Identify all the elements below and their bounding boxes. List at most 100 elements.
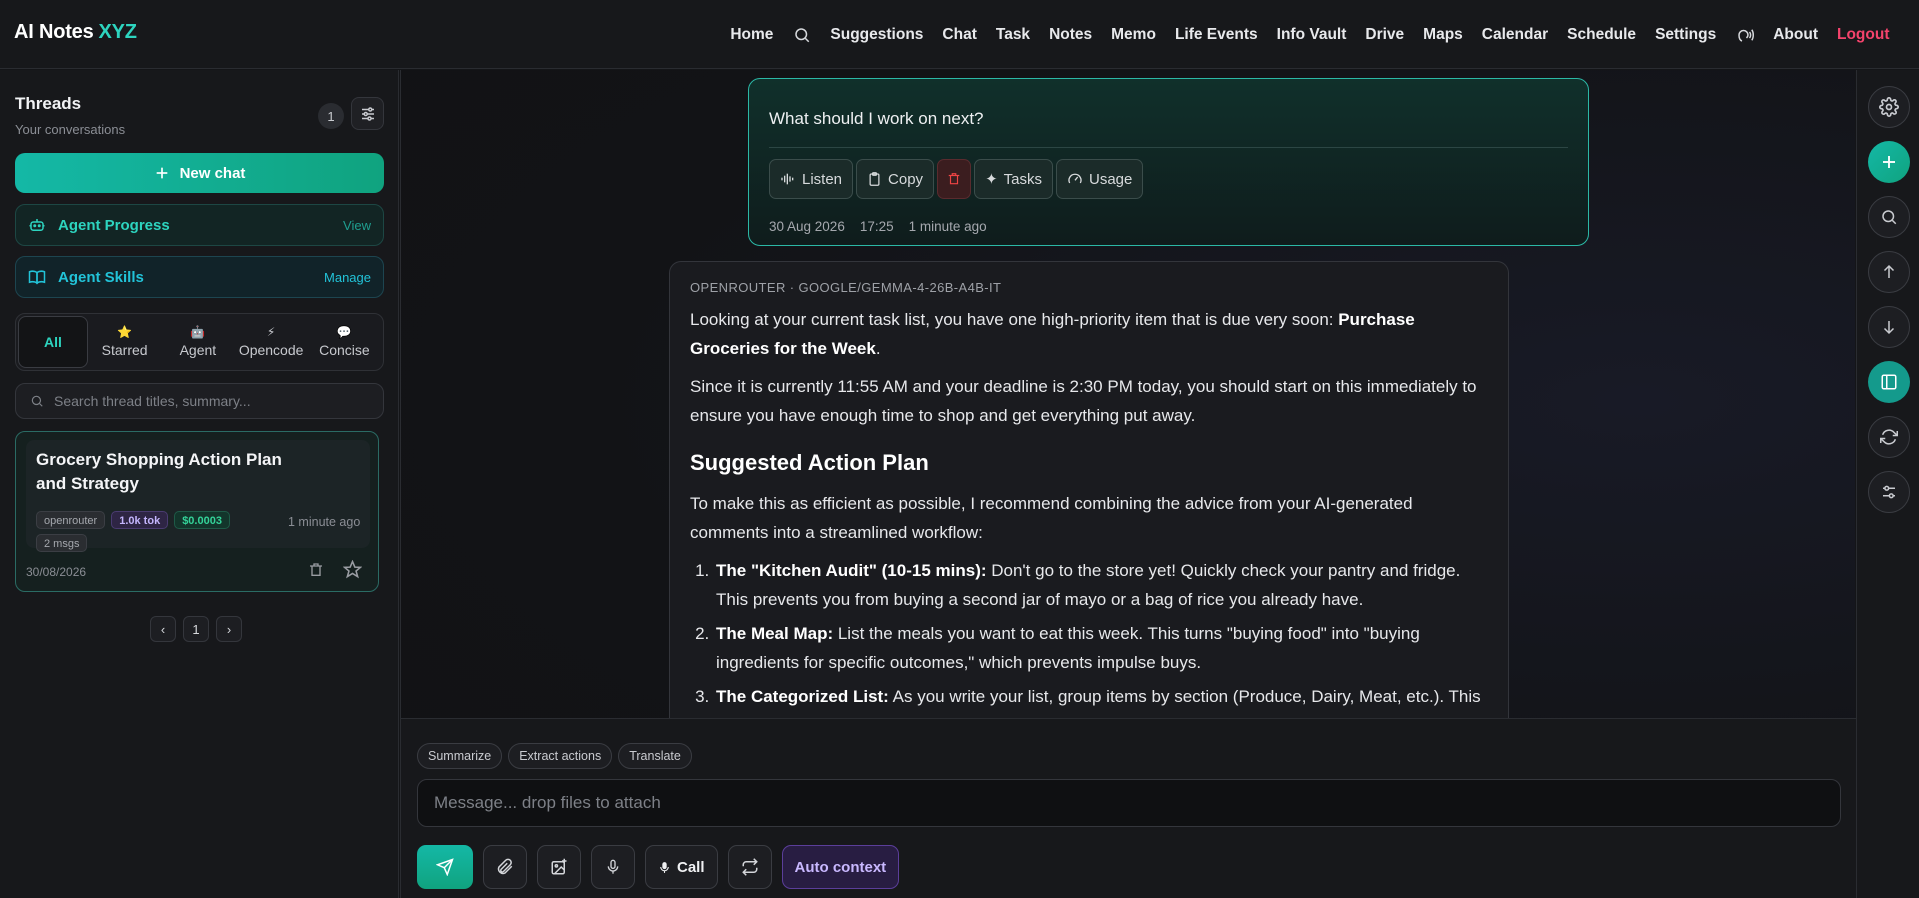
brand-name: AI Notes: [14, 21, 94, 43]
action-steps-list: The "Kitchen Audit" (10-15 mins): Don't …: [690, 557, 1490, 712]
scroll-bottom-button[interactable]: [1868, 306, 1910, 348]
thread-search-input[interactable]: Search thread titles, summary...: [15, 383, 384, 419]
toggle-sidebar-button[interactable]: [1868, 361, 1910, 403]
nav-about[interactable]: About: [1764, 26, 1828, 44]
threads-subtitle: Your conversations: [15, 122, 126, 137]
agent-progress-view-link[interactable]: View: [343, 218, 371, 233]
nav-calendar[interactable]: Calendar: [1472, 26, 1557, 44]
section-heading: Suggested Action Plan: [690, 450, 929, 475]
refresh-button[interactable]: [1868, 416, 1910, 458]
tab-concise[interactable]: 💬 Concise: [308, 316, 381, 368]
scroll-top-button[interactable]: [1868, 251, 1910, 293]
nav-maps[interactable]: Maps: [1414, 26, 1473, 44]
page-number-button[interactable]: 1: [183, 616, 209, 642]
tab-starred-label: Starred: [101, 342, 148, 358]
usage-button[interactable]: Usage: [1055, 159, 1144, 199]
user-message-text: What should I work on next?: [769, 109, 984, 128]
waveform-icon: [780, 171, 796, 187]
tab-agent[interactable]: 🤖 Agent: [161, 316, 234, 368]
tab-starred[interactable]: ⭐ Starred: [88, 316, 161, 368]
delete-message-button[interactable]: [937, 159, 972, 199]
arrow-up-icon: [1880, 263, 1898, 281]
call-button[interactable]: Call: [645, 845, 718, 889]
chat-main: What should I work on next? Listen Copy: [400, 70, 1856, 898]
nav-schedule[interactable]: Schedule: [1558, 26, 1646, 44]
prev-page-button[interactable]: ‹: [150, 616, 176, 642]
nav-info-vault[interactable]: Info Vault: [1267, 26, 1356, 44]
search-button[interactable]: [1868, 196, 1910, 238]
arrow-down-icon: [1880, 318, 1898, 336]
nav-life-events[interactable]: Life Events: [1165, 26, 1267, 44]
right-tool-rail: [1856, 70, 1919, 898]
auto-context-toggle[interactable]: Auto context: [781, 845, 900, 889]
message-ago: 1 minute ago: [908, 219, 987, 234]
listen-button[interactable]: Listen: [769, 159, 854, 199]
agent-progress-label: Agent Progress: [58, 216, 170, 234]
token-tag: 1.0k tok: [111, 511, 169, 529]
tasks-button[interactable]: ✦ Tasks: [974, 159, 1053, 199]
summarize-chip[interactable]: Summarize: [417, 743, 503, 769]
thread-card[interactable]: Grocery Shopping Action Plan and Strateg…: [15, 431, 379, 592]
tab-all-label: All: [44, 334, 62, 350]
cost-tag: $0.0003: [174, 511, 230, 529]
refresh-icon: [1880, 428, 1898, 446]
thread-date: 30/08/2026: [26, 565, 87, 579]
microphone-button[interactable]: [591, 845, 635, 889]
list-item: The "Kitchen Audit" (10-15 mins): Don't …: [714, 557, 1490, 614]
agent-skills-panel[interactable]: Agent Skills Manage: [15, 256, 384, 298]
star-icon[interactable]: [343, 560, 362, 579]
usage-label: Usage: [1088, 170, 1133, 188]
nav-chat[interactable]: Chat: [933, 26, 986, 44]
settings-gear-button[interactable]: [1868, 86, 1910, 128]
repeat-icon: [741, 858, 759, 876]
plus-icon: [1880, 153, 1898, 171]
sparkle-icon: ✦: [985, 171, 998, 188]
tasks-label: Tasks: [1003, 170, 1042, 188]
list-item: The Meal Map: List the meals you want to…: [714, 620, 1490, 677]
adjustments-button[interactable]: [1868, 471, 1910, 513]
filter-settings-button[interactable]: [351, 97, 384, 130]
composer-toolbar: Call Auto context: [417, 845, 900, 889]
threads-title: Threads: [15, 94, 82, 113]
attach-button[interactable]: [483, 845, 527, 889]
message-meta: 30 Aug 2026 17:25 1 minute ago: [769, 219, 987, 234]
translate-chip[interactable]: Translate: [618, 743, 692, 769]
nav-settings[interactable]: Settings: [1646, 26, 1726, 44]
agent-skills-manage-link[interactable]: Manage: [324, 270, 371, 285]
message-count-tag: 2 msgs: [36, 534, 88, 552]
nav-drive[interactable]: Drive: [1356, 26, 1414, 44]
nav-suggestions[interactable]: Suggestions: [821, 26, 933, 44]
tab-all[interactable]: All: [18, 316, 88, 368]
nav-notes[interactable]: Notes: [1040, 26, 1102, 44]
sliders-icon: [361, 106, 374, 121]
message-input[interactable]: Message... drop files to attach: [417, 779, 1841, 827]
nav-memo[interactable]: Memo: [1102, 26, 1166, 44]
search-icon[interactable]: [783, 26, 821, 44]
tab-opencode-label: Opencode: [238, 342, 304, 358]
voice-assistant-icon[interactable]: [1726, 26, 1764, 44]
next-page-button[interactable]: ›: [216, 616, 242, 642]
new-chat-button[interactable]: New chat: [15, 153, 384, 193]
switch-model-button[interactable]: [727, 845, 772, 889]
new-note-button[interactable]: [1868, 141, 1910, 183]
tab-opencode[interactable]: ⚡ Opencode: [235, 316, 308, 368]
nav-logout[interactable]: Logout: [1827, 26, 1899, 44]
app-logo[interactable]: AI Notes XYZ: [14, 21, 137, 44]
image-button[interactable]: [537, 845, 581, 889]
extract-actions-chip[interactable]: Extract actions: [508, 743, 613, 769]
nav-task[interactable]: Task: [986, 26, 1039, 44]
agent-progress-panel[interactable]: Agent Progress View: [15, 204, 384, 246]
paragraph: To make this as efficient as possible, I…: [690, 494, 1413, 542]
nav-links: Home Suggestions Chat Task Notes Memo Li…: [721, 0, 1899, 69]
tab-agent-label: Agent: [179, 342, 217, 358]
send-button[interactable]: [417, 845, 473, 889]
nav-home[interactable]: Home: [721, 26, 783, 44]
listen-label: Listen: [802, 170, 843, 188]
message-actions: Listen Copy ✦ Tasks Usage: [769, 159, 1144, 199]
copy-button[interactable]: Copy: [856, 159, 935, 199]
robot-icon: 🤖: [190, 325, 206, 339]
brand-suffix: XYZ: [98, 21, 137, 43]
thread-count-badge: 1: [318, 103, 344, 129]
paperclip-icon: [496, 858, 514, 876]
trash-icon[interactable]: [308, 561, 324, 579]
